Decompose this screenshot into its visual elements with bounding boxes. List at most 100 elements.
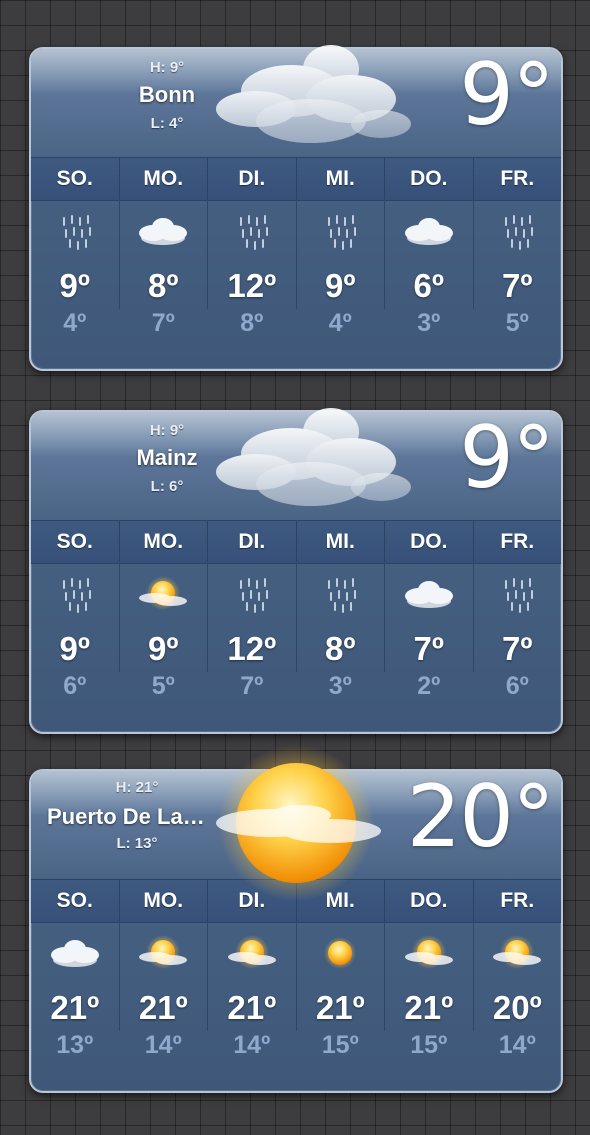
day-label: MI. — [295, 521, 385, 563]
high-temp: H: 21° — [115, 779, 159, 796]
forecast-day: 6º 3º — [384, 199, 473, 337]
day-row: SO. MO. DI. MI. DO. FR. — [31, 520, 561, 564]
rain-icon — [485, 211, 549, 251]
forecast-day: 21º 15º — [295, 921, 385, 1059]
day-label: SO. — [56, 889, 93, 912]
forecast-high: 9º — [59, 267, 90, 304]
forecast-high: 7º — [413, 630, 444, 667]
forecast-low: 6º — [505, 672, 529, 700]
current-temp: 20° — [406, 767, 555, 867]
day-label: DO. — [384, 521, 473, 563]
day-label: DO. — [384, 158, 473, 200]
weather-widget-puerto[interactable]: SO. MO. DI. MI. DO. FR. 21º 13º 21º 14º 21º 1… — [29, 745, 563, 1093]
forecast-low: 14º — [233, 1031, 271, 1059]
rain-icon — [308, 211, 372, 251]
day-label: MI. — [295, 158, 385, 200]
forecast-high: 20º — [492, 989, 542, 1026]
day-row: SO. MO. DI. MI. DO. FR. — [31, 157, 561, 201]
forecast-day: 21º 15º — [384, 921, 473, 1059]
cloud-icon — [397, 211, 461, 251]
forecast-day: 9º 5º — [118, 562, 208, 700]
forecast-high: 8º — [148, 267, 179, 304]
day-label: FR. — [472, 521, 562, 563]
forecast-high: 21º — [404, 989, 454, 1026]
forecast-day: 21º 14º — [207, 921, 296, 1059]
forecast-high: 21º — [50, 989, 100, 1026]
sun-cloud-icon — [131, 933, 195, 973]
sun-cloud-icon — [131, 574, 195, 614]
day-label: SO. — [56, 530, 93, 553]
forecast-low: 3º — [328, 672, 352, 700]
low-temp: L: 13° — [116, 835, 158, 852]
forecast-low: 13º — [56, 1031, 94, 1059]
low-temp: L: 6° — [150, 478, 184, 495]
rain-icon — [43, 211, 107, 251]
rain-icon — [220, 574, 284, 614]
forecast-high: 12º — [227, 267, 277, 304]
cloud-icon — [397, 574, 461, 614]
forecast-low: 4º — [63, 309, 87, 337]
forecast-row: 9º 6º 9º 5º 12º 7º 8º 3º 7º 2º 7º 6º — [31, 562, 562, 700]
cloud-icon — [131, 211, 195, 251]
sun-cloud-icon — [485, 933, 549, 973]
forecast-low: 4º — [328, 309, 352, 337]
day-label: FR. — [472, 880, 562, 922]
high-temp: H: 9° — [149, 59, 185, 76]
current-temp: 9° — [459, 408, 555, 508]
sun-cloud-icon — [220, 933, 284, 973]
day-label: DI. — [207, 158, 296, 200]
forecast-day: 21º 14º — [118, 921, 208, 1059]
forecast-high: 7º — [502, 267, 533, 304]
forecast-day: 20º 14º — [472, 921, 562, 1059]
forecast-high: 9º — [148, 630, 179, 667]
forecast-low: 15º — [410, 1031, 448, 1059]
forecast-high: 6º — [413, 267, 444, 304]
forecast-day: 8º 7º — [118, 199, 208, 337]
day-label: MO. — [118, 158, 208, 200]
city-name: Puerto De La… — [47, 804, 205, 829]
forecast-high: 9º — [325, 267, 356, 304]
rain-icon — [220, 211, 284, 251]
forecast-day: 9º 4º — [295, 199, 385, 337]
day-label: FR. — [472, 158, 562, 200]
rain-icon — [308, 574, 372, 614]
current-temp: 9° — [459, 45, 555, 145]
forecast-day: 21º 13º — [31, 921, 119, 1059]
rain-icon — [485, 574, 549, 614]
forecast-day: 7º 2º — [384, 562, 473, 700]
forecast-high: 21º — [138, 989, 188, 1026]
forecast-high: 7º — [502, 630, 533, 667]
forecast-low: 5º — [505, 309, 529, 337]
forecast-low: 14º — [144, 1031, 182, 1059]
weather-widget-bonn[interactable]: SO. MO. DI. MI. DO. FR. 9º 4º 8º 7º 12º 8º 9º 4… — [29, 45, 563, 371]
forecast-day: 8º 3º — [295, 562, 385, 700]
forecast-high: 8º — [325, 630, 356, 667]
forecast-day: 12º 7º — [207, 562, 296, 700]
forecast-high: 21º — [227, 989, 277, 1026]
forecast-day: 7º 6º — [472, 562, 562, 700]
forecast-row: 9º 4º 8º 7º 12º 8º 9º 4º 6º 3º 7º 5º — [31, 199, 561, 337]
forecast-day: 9º 4º — [31, 199, 119, 337]
sun-icon — [308, 933, 372, 973]
high-temp: H: 9° — [149, 422, 185, 439]
day-label: MO. — [118, 521, 208, 563]
forecast-row: 21º 13º 21º 14º 21º 14º 21º 15º 21º 15º 20º 14º — [31, 921, 562, 1059]
low-temp: L: 4° — [150, 115, 184, 132]
forecast-low: 6º — [63, 672, 87, 700]
cloud-icon — [43, 933, 107, 973]
forecast-low: 7º — [151, 309, 175, 337]
forecast-low: 3º — [417, 309, 441, 337]
weather-widget-mainz[interactable]: SO. MO. DI. MI. DO. FR. 9º 6º 9º 5º 12º 7º 8º 3… — [29, 408, 563, 734]
forecast-low: 2º — [417, 672, 441, 700]
day-label: MO. — [118, 880, 208, 922]
forecast-day: 9º 6º — [31, 562, 119, 700]
day-label: DO. — [384, 880, 473, 922]
forecast-high: 9º — [59, 630, 90, 667]
forecast-low: 8º — [240, 309, 264, 337]
forecast-high: 12º — [227, 630, 277, 667]
rain-icon — [43, 574, 107, 614]
city-name: Bonn — [138, 82, 196, 107]
forecast-high: 21º — [315, 989, 365, 1026]
forecast-low: 7º — [240, 672, 264, 700]
forecast-low: 14º — [498, 1031, 536, 1059]
